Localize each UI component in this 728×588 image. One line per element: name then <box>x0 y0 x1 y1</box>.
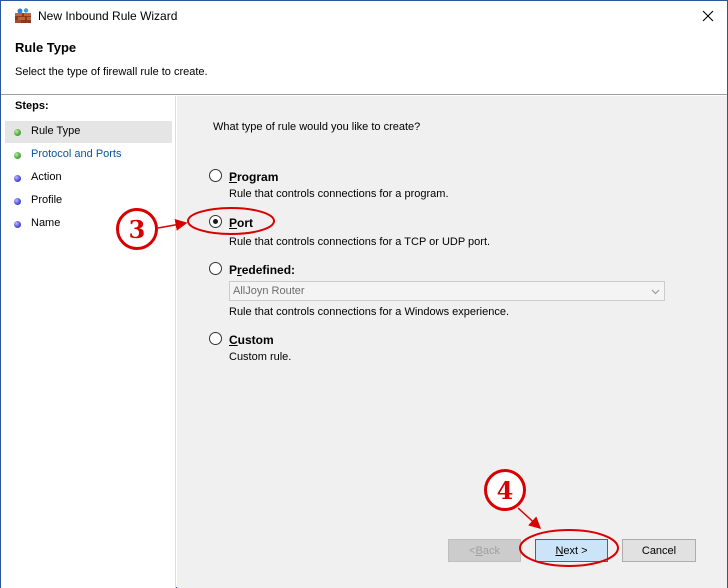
close-icon <box>702 10 714 22</box>
step-pending-icon <box>14 221 21 228</box>
window-title: New Inbound Rule Wizard <box>38 9 178 23</box>
step-4-badge: 4 <box>484 469 526 511</box>
step-label: Rule Type <box>31 125 81 137</box>
predefined-dropdown-value: AllJoyn Router <box>233 285 305 297</box>
page-title: Rule Type <box>15 40 77 55</box>
step-label: Action <box>31 171 62 183</box>
step-complete-icon <box>14 129 21 136</box>
step-label[interactable]: Protocol and Ports <box>31 148 122 160</box>
cancel-button[interactable]: Cancel <box>622 539 696 562</box>
port-option-description: Rule that controls connections for a TCP… <box>229 236 491 248</box>
steps-label: Steps: <box>15 100 49 112</box>
steps-sidebar: Steps: Rule Type Protocol and Ports Acti… <box>1 96 176 588</box>
custom-option-label[interactable]: Custom <box>229 333 274 347</box>
back-button[interactable]: < Back <box>448 539 521 562</box>
predefined-option-label[interactable]: Predefined: <box>229 263 295 277</box>
wizard-header: Rule Type Select the type of firewall ru… <box>1 31 727 95</box>
custom-option-description: Custom rule. <box>229 351 292 363</box>
firewall-icon <box>15 8 31 23</box>
custom-radio[interactable] <box>209 332 222 345</box>
program-option-label[interactable]: Program <box>229 170 278 184</box>
port-option-label[interactable]: Port <box>229 216 253 230</box>
rule-type-question: What type of rule would you like to crea… <box>213 121 421 133</box>
program-radio[interactable] <box>209 169 222 182</box>
predefined-radio[interactable] <box>209 262 222 275</box>
predefined-option-description: Rule that controls connections for a Win… <box>229 306 510 318</box>
port-radio[interactable] <box>209 215 222 228</box>
step-protocol-and-ports[interactable]: Protocol and Ports <box>5 144 172 166</box>
program-option-description: Rule that controls connections for a pro… <box>229 188 449 200</box>
title-bar: New Inbound Rule Wizard <box>1 1 727 31</box>
close-button[interactable] <box>689 1 727 31</box>
page-subtitle: Select the type of firewall rule to crea… <box>15 66 208 78</box>
step-action: Action <box>5 167 172 189</box>
step-3-badge: 3 <box>116 208 158 250</box>
step-label: Profile <box>31 194 63 206</box>
wizard-window: New Inbound Rule Wizard Rule Type Select… <box>0 0 728 588</box>
step-pending-icon <box>14 198 21 205</box>
step-label: Name <box>31 217 61 229</box>
step-profile: Profile <box>5 190 172 212</box>
step-pending-icon <box>14 175 21 182</box>
step-rule-type[interactable]: Rule Type <box>5 121 172 143</box>
main-panel: What type of rule would you like to crea… <box>177 96 727 588</box>
next-button[interactable]: Next > <box>535 539 608 562</box>
predefined-dropdown[interactable]: AllJoyn Router <box>229 281 665 301</box>
step-complete-icon <box>14 152 21 159</box>
chevron-down-icon <box>651 289 660 295</box>
